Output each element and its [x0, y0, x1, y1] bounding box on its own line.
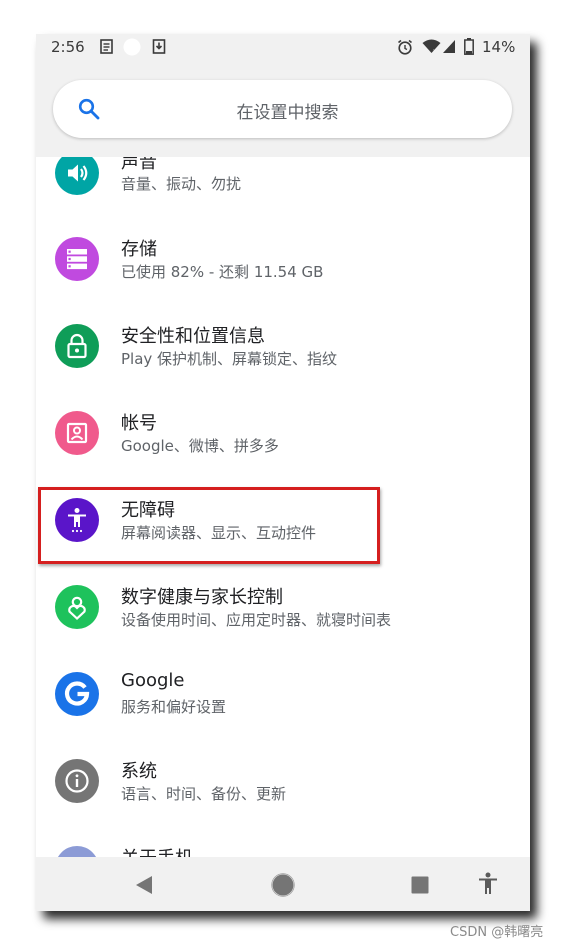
settings-item-title: 帐号: [121, 413, 157, 434]
settings-item-subtitle: 语言、时间、备份、更新: [121, 785, 287, 803]
alarm-icon: [397, 39, 413, 59]
settings-item-subtitle: Google、微博、拼多多: [121, 437, 279, 455]
volume-icon: [55, 157, 99, 195]
search-bar[interactable]: 在设置中搜索: [53, 80, 512, 138]
settings-item-title: 声音: [121, 157, 157, 173]
status-time: 2:56: [51, 38, 85, 56]
settings-item-title: 数字健康与家长控制: [121, 587, 283, 608]
settings-item-title: 存储: [121, 239, 157, 260]
settings-item-subtitle: 设备使用时间、应用定时器、就寝时间表: [121, 611, 392, 629]
svg-text:x: x: [433, 48, 437, 54]
settings-item-system[interactable]: 系统 语言、时间、备份、更新: [36, 741, 530, 828]
settings-item-subtitle: 音量、振动、勿扰: [121, 175, 242, 193]
highlight-box: [38, 487, 380, 564]
circle-icon: [123, 38, 141, 60]
search-placeholder: 在设置中搜索: [236, 103, 339, 123]
phone-screen: 2:56 x 14% 在设置中搜索 声音 音量、振动、勿扰 存储 已使用 82%…: [36, 34, 530, 911]
settings-item-storage[interactable]: 存储 已使用 82% - 还剩 11.54 GB: [36, 219, 530, 306]
settings-item-title: 系统: [121, 761, 157, 782]
accessibility-shortcut-icon[interactable]: [478, 872, 498, 900]
recents-icon[interactable]: [411, 876, 429, 898]
download-icon: [152, 39, 166, 58]
wifi-icon: x: [422, 39, 441, 58]
settings-item-digital-wellbeing[interactable]: 数字健康与家长控制 设备使用时间、应用定时器、就寝时间表: [36, 567, 530, 654]
search-header: 在设置中搜索: [36, 60, 530, 157]
notes-icon: [99, 39, 114, 58]
digital-wellbeing-icon: [55, 585, 99, 629]
settings-item-title: 安全性和位置信息: [121, 326, 265, 347]
settings-item-security[interactable]: 安全性和位置信息 Play 保护机制、屏幕锁定、指纹: [36, 306, 530, 393]
account-icon: [55, 411, 99, 455]
phone-icon: [55, 846, 99, 857]
navigation-bar: [36, 857, 530, 911]
settings-item-subtitle: Play 保护机制、屏幕锁定、指纹: [121, 350, 338, 368]
settings-item-subtitle: 服务和偏好设置: [121, 698, 227, 716]
settings-item-about-phone[interactable]: 关于手机: [36, 828, 530, 857]
settings-item-title: Google: [121, 670, 185, 691]
settings-list[interactable]: 声音 音量、振动、勿扰 存储 已使用 82% - 还剩 11.54 GB 安全性…: [36, 157, 530, 857]
signal-icon: [442, 39, 456, 58]
lock-icon: [55, 324, 99, 368]
battery-icon: [464, 38, 474, 59]
battery-percent: 14%: [482, 38, 516, 56]
info-icon: [55, 759, 99, 803]
settings-item-subtitle: 已使用 82% - 还剩 11.54 GB: [121, 263, 324, 281]
settings-item-title: 关于手机: [121, 844, 193, 857]
home-icon[interactable]: [271, 873, 295, 901]
status-bar: 2:56 x 14%: [36, 34, 530, 60]
settings-item-account[interactable]: 帐号 Google、微博、拼多多: [36, 393, 530, 480]
back-icon[interactable]: [135, 875, 153, 899]
settings-item-sound[interactable]: 声音 音量、振动、勿扰: [36, 157, 530, 219]
storage-icon: [55, 237, 99, 281]
google-icon: [55, 672, 99, 716]
watermark: CSDN @韩曙亮: [450, 925, 544, 940]
settings-item-google[interactable]: Google 服务和偏好设置: [36, 654, 530, 741]
